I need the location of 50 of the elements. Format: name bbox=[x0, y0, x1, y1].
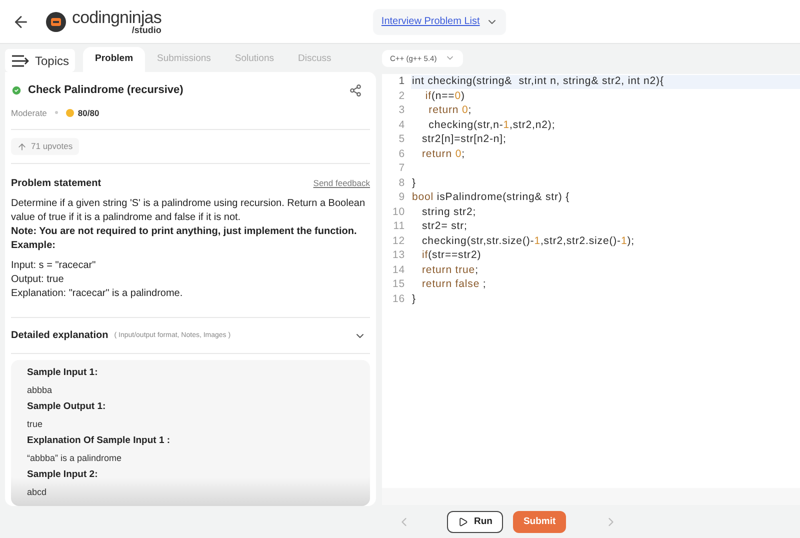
tab[interactable]: Problem bbox=[83, 47, 146, 72]
line-number: 7 bbox=[398, 162, 405, 176]
score-label: 80/80 bbox=[78, 106, 100, 120]
details-heading: Detailed explanation bbox=[11, 329, 108, 344]
score-icon bbox=[66, 108, 74, 117]
sample-value: “abbba” is a palindrome bbox=[27, 452, 123, 466]
line-number: 14 bbox=[391, 263, 405, 278]
line-number: 6 bbox=[398, 147, 405, 162]
sample-value: abbba bbox=[27, 384, 54, 398]
example-line: Output: true bbox=[11, 273, 65, 288]
run-button[interactable]: Run bbox=[447, 511, 504, 534]
logo-subtitle: /studio bbox=[132, 26, 162, 34]
sample-heading: Explanation Of Sample Input 1 : bbox=[27, 434, 172, 448]
submit-button[interactable]: Submit bbox=[513, 511, 566, 534]
line-number: 10 bbox=[391, 205, 405, 220]
play-icon bbox=[458, 517, 468, 528]
example-line: Explanation: "racecar" is a palindrome. bbox=[11, 287, 184, 302]
sample-heading: Sample Input 1: bbox=[27, 366, 99, 380]
line-number: 12 bbox=[391, 234, 405, 249]
sample-value: true bbox=[27, 418, 44, 432]
example-heading: Example: bbox=[11, 239, 56, 254]
example-line: Input: s = "racecar" bbox=[11, 259, 97, 274]
logo-icon bbox=[46, 12, 66, 32]
line-number: 11 bbox=[392, 220, 405, 234]
line-number: 1 bbox=[398, 74, 405, 90]
topics-button[interactable]: Topics bbox=[5, 49, 76, 72]
difficulty-label: Moderate bbox=[11, 106, 47, 120]
upvote-icon bbox=[17, 142, 27, 152]
line-number: 5 bbox=[398, 132, 405, 148]
line-number: 16 bbox=[391, 292, 405, 307]
line-number: 2 bbox=[398, 89, 405, 104]
share-icon[interactable] bbox=[349, 84, 362, 97]
note-text: Note: You are not required to print anything, just implement the function. bbox=[11, 225, 358, 240]
line-number: 15 bbox=[391, 278, 405, 292]
statement-text: Determine if a given string 'S' is a palindrome using recursion. Return a Boolean value of true if it is a palindrome and false if it is not. bbox=[11, 197, 366, 226]
sample-value: abcd bbox=[27, 486, 48, 500]
sample-heading: Sample Output 1: bbox=[27, 400, 107, 414]
problem-list-dropdown[interactable]: Interview Problem List bbox=[373, 8, 506, 34]
upvote-button[interactable]: 71 upvotes bbox=[11, 138, 79, 156]
line-number: 13 bbox=[391, 248, 405, 264]
sample-heading: Sample Input 2: bbox=[27, 468, 99, 482]
section-heading: Problem statement bbox=[11, 177, 102, 192]
line-number: 3 bbox=[398, 104, 405, 118]
line-number: 8 bbox=[398, 176, 405, 191]
line-number: 4 bbox=[398, 118, 405, 133]
problem-title: Check Palindrome (recursive) bbox=[28, 83, 184, 98]
logo-name: codingninjas bbox=[72, 8, 162, 26]
line-number: 9 bbox=[398, 190, 405, 206]
menu-icon bbox=[11, 54, 29, 66]
send-feedback-link[interactable]: Send feedback bbox=[313, 177, 370, 190]
